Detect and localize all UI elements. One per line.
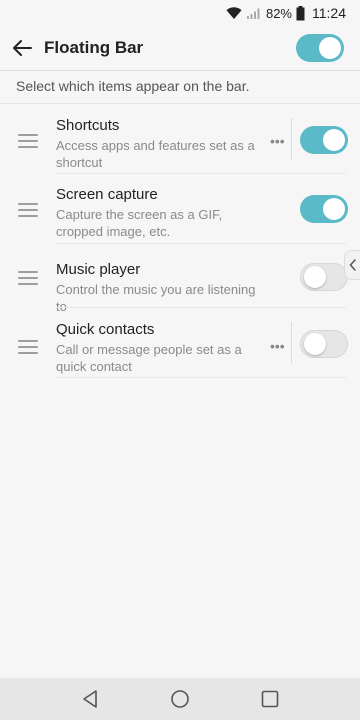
list-item-shortcuts[interactable]: Shortcuts Access apps and features set a…	[0, 104, 360, 174]
list-item-screen-capture[interactable]: Screen capture Capture the screen as a G…	[0, 174, 360, 244]
toggle-knob	[319, 37, 341, 59]
list-item-title: Quick contacts	[56, 321, 155, 338]
list-item-text: Quick contacts Call or message people se…	[56, 320, 266, 375]
list-item-title: Shortcuts	[56, 117, 120, 134]
more-options-icon[interactable]: •••	[270, 339, 285, 353]
list-item-description: Call or message people set as a quick co…	[56, 342, 242, 374]
subtitle: Select which items appear on the bar.	[16, 78, 250, 94]
list-item-text: Shortcuts Access apps and features set a…	[56, 116, 266, 171]
list-item-music-player[interactable]: Music player Control the music you are l…	[0, 244, 360, 314]
toggle-knob	[323, 129, 345, 151]
nav-recent-icon	[261, 690, 279, 708]
screen-capture-toggle[interactable]	[300, 195, 348, 223]
toggle-knob	[323, 198, 345, 220]
wifi-icon	[226, 6, 242, 19]
list-item-title: Screen capture	[56, 186, 158, 203]
vertical-separator	[291, 118, 292, 160]
list-item-title: Music player	[56, 261, 141, 278]
back-button[interactable]	[0, 26, 44, 70]
navigation-bar	[0, 678, 360, 720]
list-item-description: Capture the screen as a GIF, cropped ima…	[56, 207, 223, 239]
chevron-left-icon	[348, 259, 356, 271]
toggle-knob	[304, 266, 326, 288]
nav-back-icon	[83, 690, 97, 708]
floating-bar-edge-tab[interactable]	[344, 250, 360, 280]
row-divider	[56, 377, 346, 378]
drag-handle-icon[interactable]	[18, 134, 38, 148]
drag-handle-icon[interactable]	[18, 271, 38, 285]
drag-handle-icon[interactable]	[18, 203, 38, 217]
list-item-text: Screen capture Capture the screen as a G…	[56, 185, 266, 240]
back-arrow-icon	[13, 40, 32, 56]
page-title: Floating Bar	[44, 38, 144, 57]
app-bar: Floating Bar	[0, 26, 360, 70]
header-divider	[0, 70, 360, 71]
list-item-description: Access apps and features set as a shortc…	[56, 138, 255, 170]
nav-back-button[interactable]	[45, 678, 135, 720]
drag-handle-icon[interactable]	[18, 340, 38, 354]
signal-icon	[246, 8, 260, 19]
battery-icon	[296, 5, 305, 20]
music-player-toggle[interactable]	[300, 263, 348, 291]
quick-contacts-toggle[interactable]	[300, 330, 348, 358]
master-toggle[interactable]	[296, 34, 344, 62]
list-item-quick-contacts[interactable]: Quick contacts Call or message people se…	[0, 308, 360, 378]
battery-percentage: 82%	[265, 5, 292, 21]
toggle-knob	[304, 333, 326, 355]
nav-home-icon	[171, 690, 189, 708]
vertical-separator	[291, 322, 292, 364]
shortcuts-toggle[interactable]	[300, 126, 348, 154]
nav-recent-button[interactable]	[225, 678, 315, 720]
floating-bar-items-list: Shortcuts Access apps and features set a…	[0, 104, 360, 378]
nav-home-button[interactable]	[135, 678, 225, 720]
more-options-icon[interactable]: •••	[270, 134, 285, 148]
status-bar: 82% 11:24	[0, 0, 360, 26]
clock: 11:24	[312, 5, 346, 21]
